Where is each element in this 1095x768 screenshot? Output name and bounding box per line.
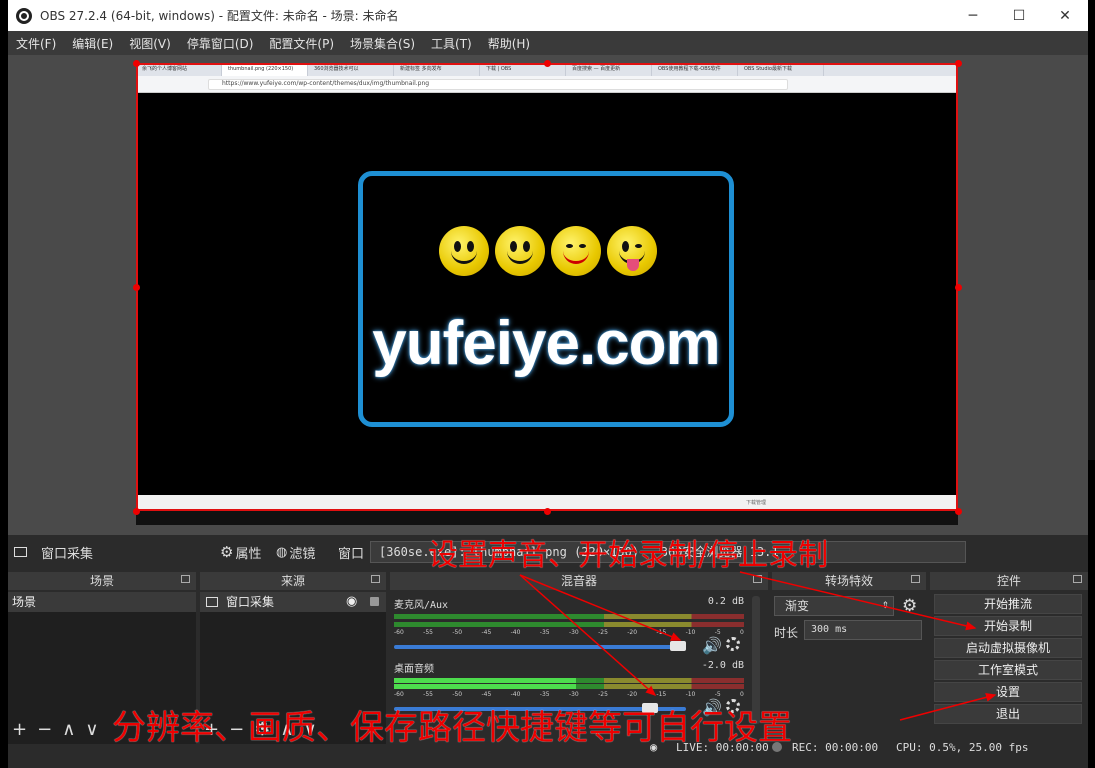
arrow-to-desktop-audio <box>519 574 657 696</box>
arrow-to-settings <box>899 692 997 721</box>
annotation-arrows <box>519 571 997 721</box>
arrow-to-mic <box>519 574 682 641</box>
arrow-to-record <box>739 571 977 631</box>
